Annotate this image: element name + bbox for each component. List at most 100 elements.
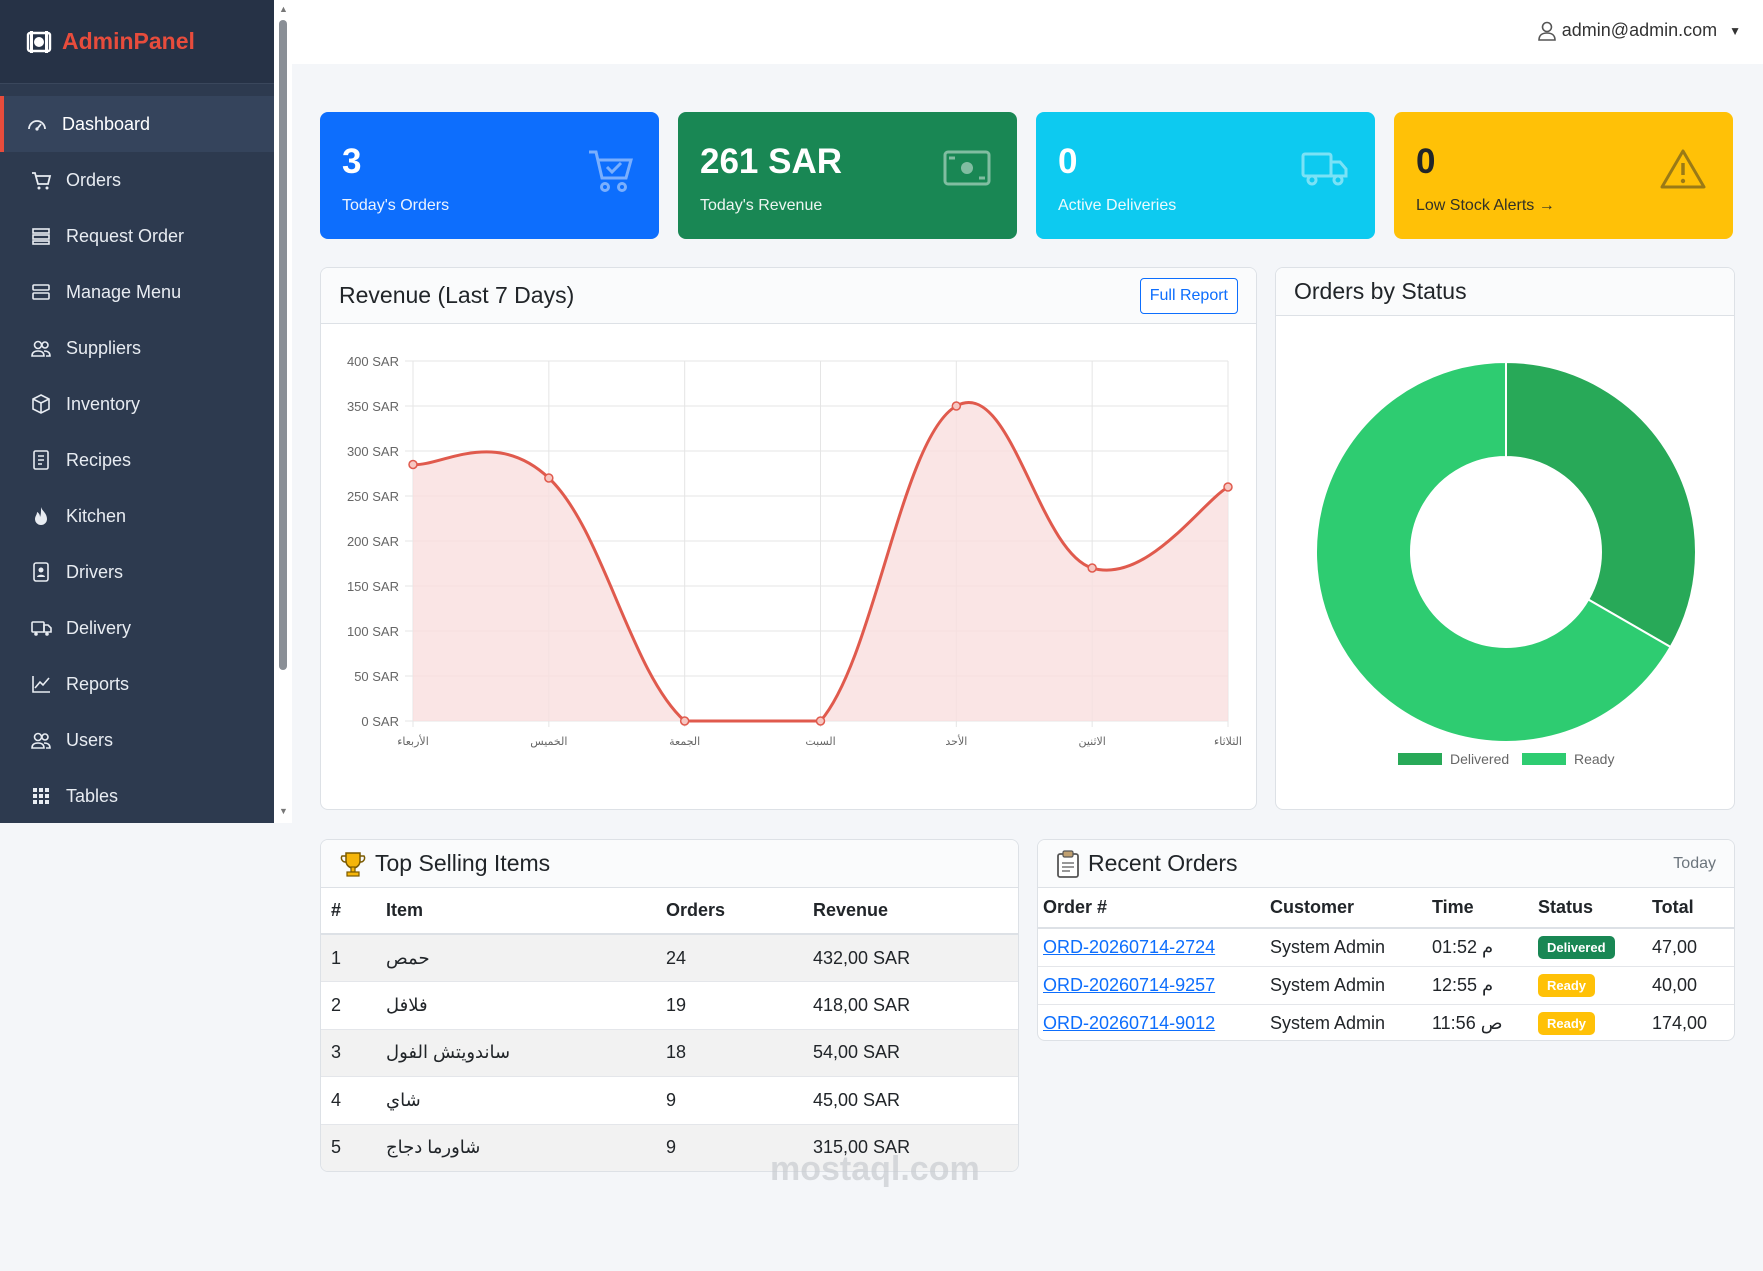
brand[interactable]: AdminPanel (0, 0, 274, 84)
y-tick-label: 150 SAR (347, 579, 399, 594)
orders-status-panel: Orders by Status Delivered Ready (1275, 267, 1735, 810)
y-tick-label: 50 SAR (354, 669, 399, 684)
x-tick-label: الاثنين (1078, 735, 1105, 748)
sidebar-item-inventory[interactable]: Inventory (0, 376, 274, 432)
table-row: 2 فلافل 19 418,00 SAR (321, 981, 1018, 1030)
y-tick-label: 350 SAR (347, 399, 399, 414)
data-point[interactable] (951, 401, 962, 411)
sidebar-item-delivery[interactable]: Delivery (0, 600, 274, 656)
x-tick-label: الخميس (530, 735, 567, 748)
flame-icon (30, 505, 52, 527)
column-header: Orders (666, 888, 813, 935)
table-cell: 2 (321, 981, 386, 1030)
sidebar-item-label: Delivery (66, 617, 132, 638)
sidebar-item-tables[interactable]: Tables (0, 768, 274, 824)
sidebar-item-manage-menu[interactable]: Manage Menu (0, 264, 274, 320)
sidebar-item-drivers[interactable]: Drivers (0, 544, 274, 600)
table-row: ORD-20260714-2724 System Admin 01:52 م Deli… (1038, 928, 1734, 967)
column-header: # (321, 888, 386, 935)
column-header: Time (1432, 888, 1538, 929)
sidebar-item-request-order[interactable]: Request Order (0, 208, 274, 264)
status-badge: Ready (1538, 973, 1596, 997)
user-menu[interactable]: admin@admin.com ▼ (1537, 20, 1741, 41)
people-icon (30, 337, 52, 359)
table-cell: ساندويتش الفول (386, 1029, 666, 1077)
watermark: mostaql.com (770, 1150, 980, 1188)
legend-swatch (1398, 753, 1442, 765)
sidebar-item-orders[interactable]: Orders (0, 152, 274, 208)
user-email: admin@admin.com (1561, 20, 1718, 40)
sidebar-item-label: Kitchen (66, 505, 127, 526)
table-cell: 3 (321, 1029, 386, 1077)
panel-title: Orders by Status (1294, 278, 1467, 304)
stat-card-low-stock[interactable]: 0 Low Stock Alerts → (1394, 112, 1733, 239)
data-point[interactable] (679, 716, 690, 726)
x-tick-label: السبت (805, 735, 835, 748)
full-report-button[interactable]: Full Report (1139, 278, 1238, 314)
status-badge: Ready (1538, 1011, 1596, 1035)
table-cell: 4 (321, 1076, 386, 1125)
chevron-down-icon: ▼ (1729, 23, 1741, 38)
sidebar-item-label: Dashboard (62, 113, 151, 134)
scroll-down-icon[interactable]: ▼ (279, 806, 288, 816)
stat-card-orders[interactable]: 3 Today's Orders (320, 112, 659, 239)
logo-icon (26, 30, 52, 53)
y-tick-label: 0 SAR (361, 714, 399, 729)
x-tick-label: الجمعة (669, 735, 700, 748)
menu-stack-icon (30, 281, 52, 303)
legend-label: Ready (1574, 751, 1614, 767)
sidebar-item-recipes[interactable]: Recipes (0, 432, 274, 488)
column-header: Customer (1270, 888, 1432, 929)
scroll-up-icon[interactable]: ▲ (279, 4, 288, 14)
sidebar-scrollbar[interactable]: ▲ ▼ (274, 0, 292, 823)
sidebar-item-kitchen[interactable]: Kitchen (0, 488, 274, 544)
x-tick-label: الأربعاء (397, 734, 429, 748)
table-cell: System Admin (1270, 1004, 1432, 1040)
order-link[interactable]: ORD-20260714-9012 (1043, 1013, 1215, 1033)
table-cell: شاي (386, 1076, 666, 1125)
scrollbar-thumb[interactable] (279, 20, 287, 670)
panel-title: Top Selling Items (375, 850, 551, 876)
order-link[interactable]: ORD-20260714-9257 (1043, 975, 1215, 995)
data-point[interactable] (815, 716, 826, 726)
sidebar-item-label: Manage Menu (66, 281, 182, 302)
sidebar-item-label: Suppliers (66, 337, 142, 358)
top-selling-table: # Item Orders Revenue 1 حمص 24 432,00 SAR 2 ف… (321, 888, 1018, 1171)
sidebar-item-suppliers[interactable]: Suppliers (0, 320, 274, 376)
panel-title: Recent Orders (1088, 850, 1238, 876)
stat-label: Today's Revenue (700, 197, 823, 214)
table-cell: ORD-20260714-9257 (1038, 966, 1270, 1005)
table-cell: ORD-20260714-9012 (1038, 1004, 1270, 1040)
order-link[interactable]: ORD-20260714-2724 (1043, 937, 1215, 957)
cash-icon (943, 150, 991, 186)
sidebar: AdminPanel Dashboard Orders Request Order M… (0, 0, 274, 823)
data-point[interactable] (1223, 482, 1233, 492)
people-icon (30, 729, 52, 751)
stat-card-deliveries[interactable]: 0 Active Deliveries (1036, 112, 1375, 239)
table-cell: 24 (666, 934, 813, 982)
data-point[interactable] (544, 473, 554, 483)
y-tick-label: 200 SAR (347, 534, 399, 549)
sidebar-item-dashboard[interactable]: Dashboard (0, 96, 274, 152)
panel-title: Revenue (Last 7 Days) (339, 282, 575, 308)
topbar: admin@admin.com ▼ (292, 0, 1763, 64)
sidebar-item-users[interactable]: Users (0, 712, 274, 768)
truck-icon (1301, 152, 1348, 186)
column-header: Status (1538, 888, 1652, 929)
table-cell: 1 (321, 934, 386, 982)
data-point[interactable] (1087, 563, 1097, 573)
legend-swatch (1522, 753, 1566, 765)
slice-delivered[interactable] (1505, 360, 1697, 649)
trophy-icon (340, 851, 366, 877)
column-header: Order # (1038, 888, 1270, 929)
panel-header: Top Selling Items (321, 840, 1018, 888)
sidebar-item-label: Request Order (66, 225, 185, 246)
column-header: Item (386, 888, 666, 935)
data-point[interactable] (408, 459, 418, 470)
stat-label: Today's Orders (342, 197, 450, 214)
table-cell: 418,00 SAR (813, 981, 1018, 1030)
sidebar-item-reports[interactable]: Reports (0, 656, 274, 712)
stat-card-revenue[interactable]: 261 SAR Today's Revenue (678, 112, 1017, 239)
user-icon (1537, 21, 1556, 41)
gauge-icon (26, 113, 48, 135)
